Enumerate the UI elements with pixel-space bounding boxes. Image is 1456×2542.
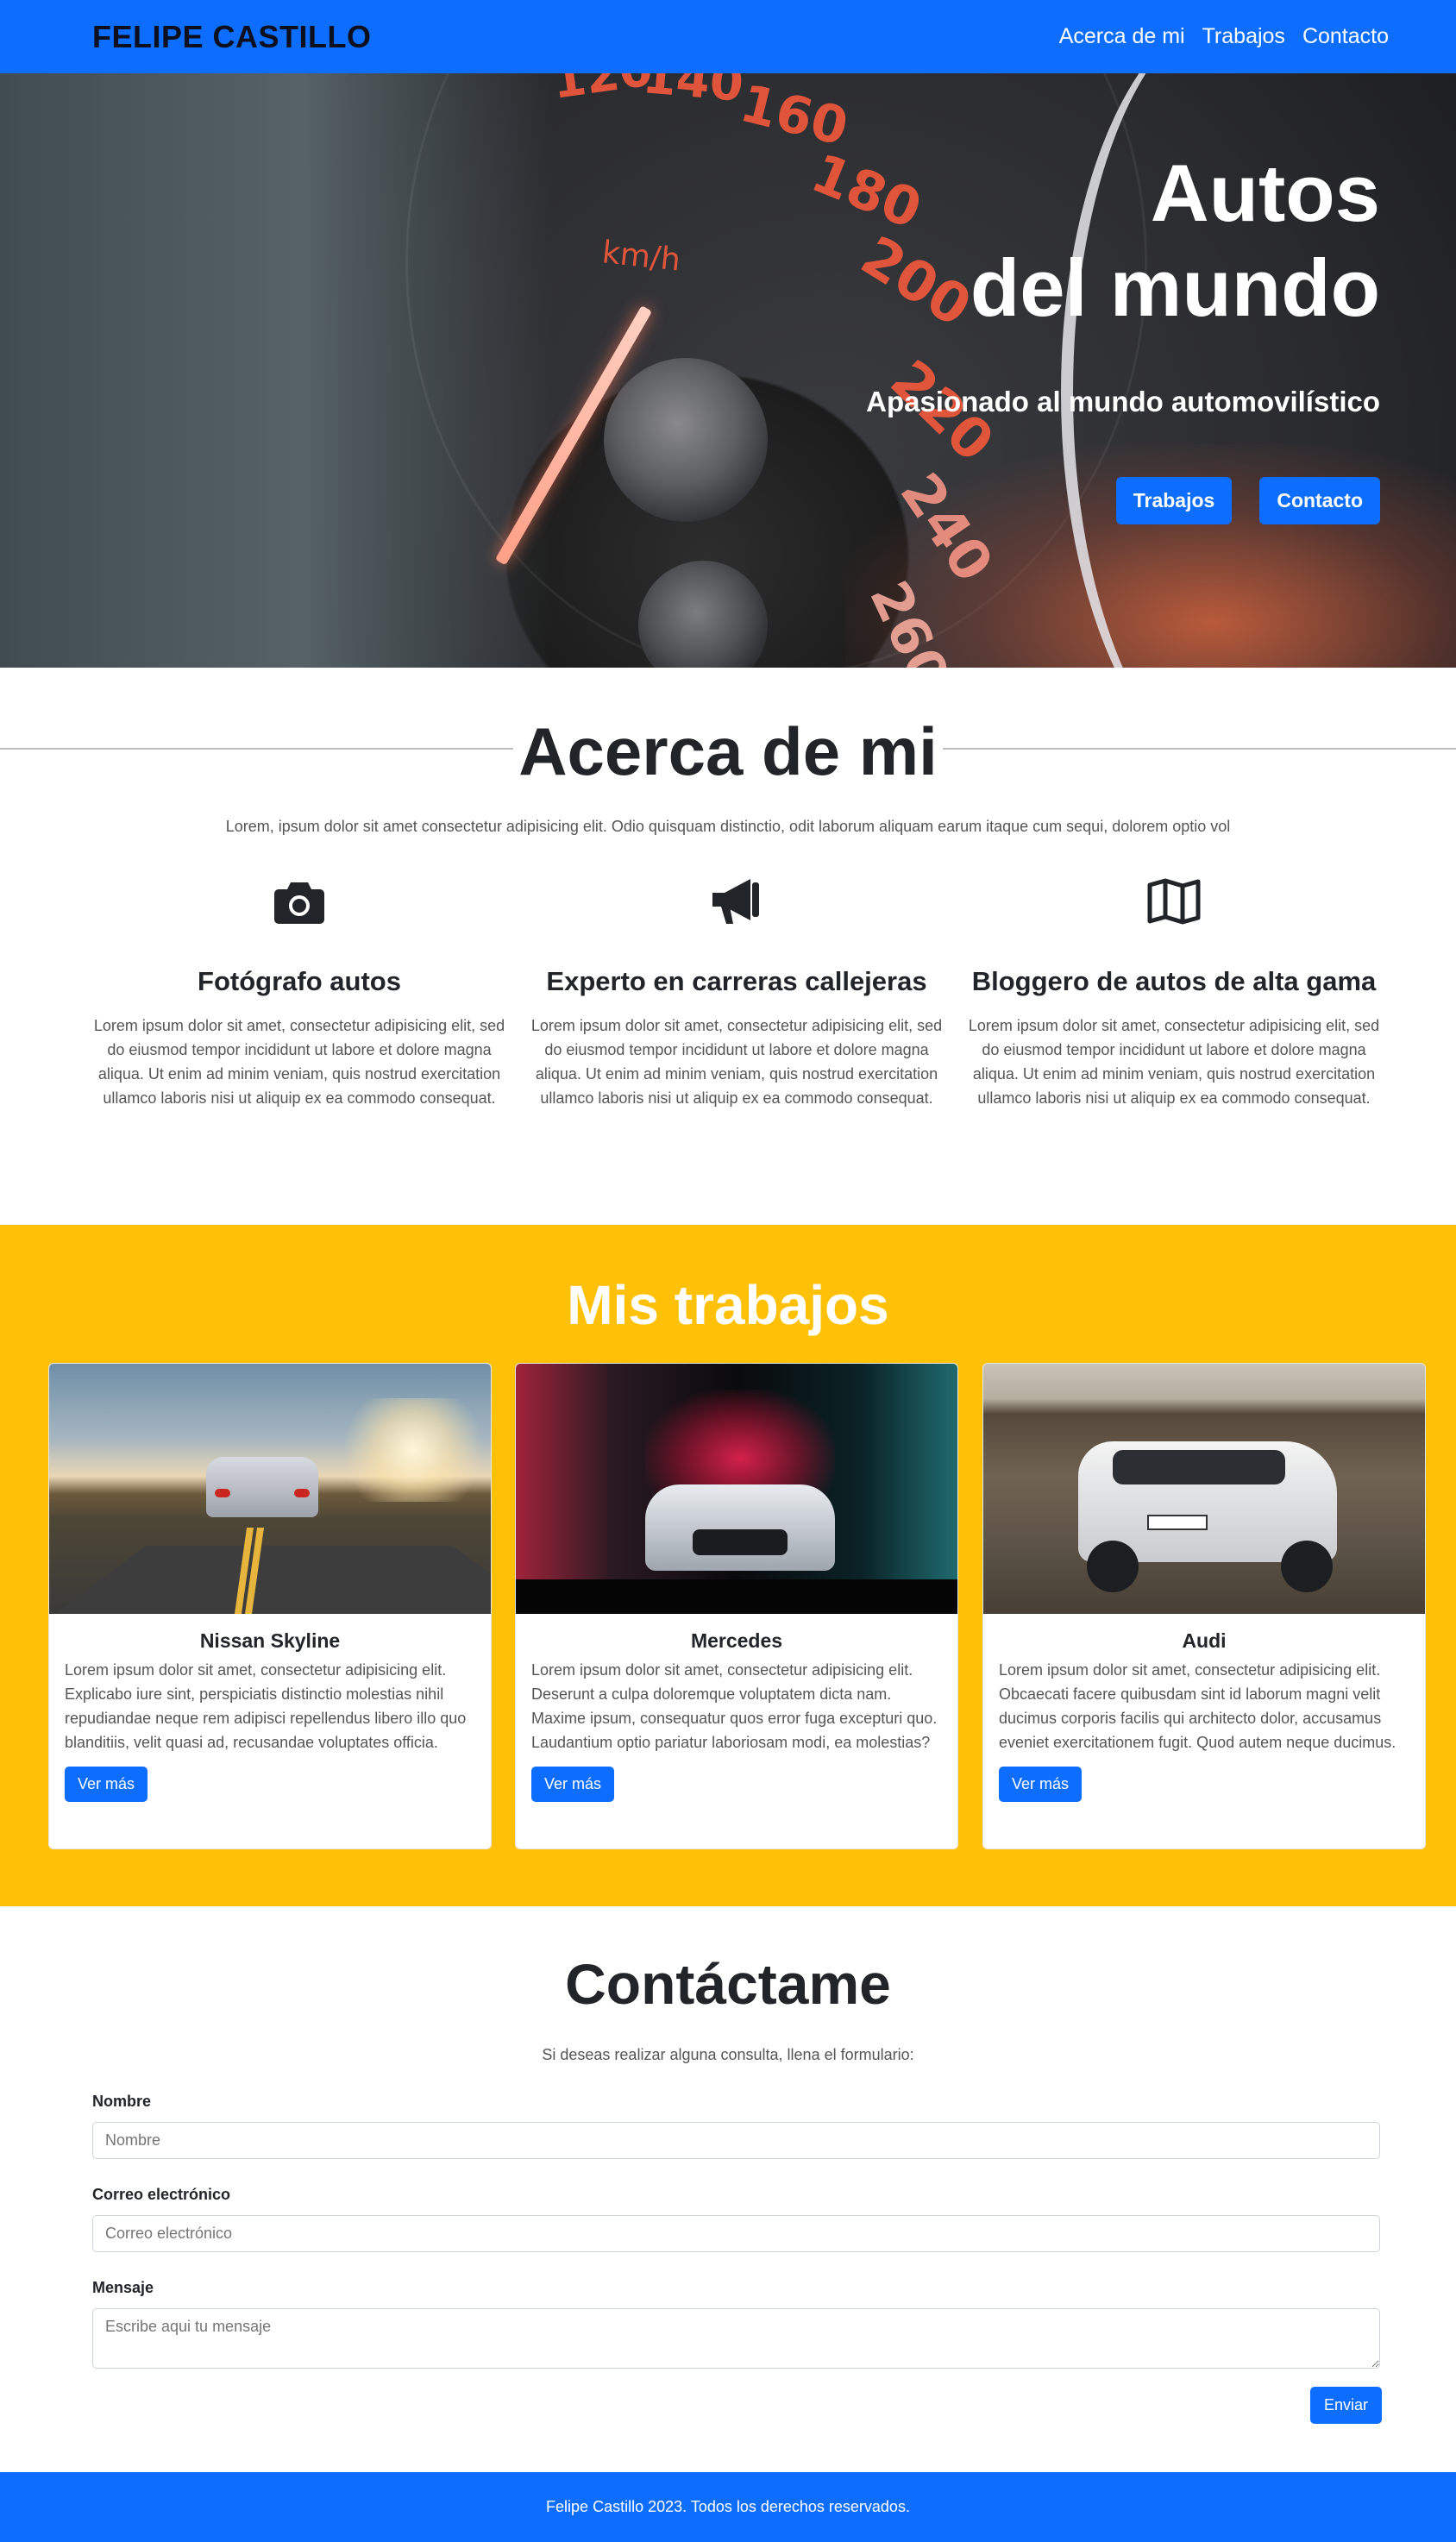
card-text: Lorem ipsum dolor sit amet, consectetur …: [531, 1661, 938, 1751]
footer-text: Felipe Castillo 2023. Todos los derechos…: [546, 2498, 910, 2515]
card-title: Mercedes: [690, 1629, 783, 1652]
card-body: Audi Lorem ipsum dolor sit amet, consect…: [983, 1614, 1425, 1817]
work-card-nissan: Nissan Skyline Lorem ipsum dolor sit ame…: [48, 1363, 492, 1849]
contact-lead: Si deseas realizar alguna consulta, llen…: [542, 2046, 914, 2063]
message-textarea[interactable]: [92, 2308, 1380, 2369]
brand-logo[interactable]: FELIPE CASTILLO: [92, 19, 372, 55]
contact-title: Contáctame: [565, 1952, 891, 2016]
see-more-button[interactable]: Ver más: [531, 1767, 615, 1802]
feature-text: Lorem ipsum dolor sit amet, consectetur …: [530, 1017, 943, 1107]
card-text: Lorem ipsum dolor sit amet, consectetur …: [999, 1661, 1396, 1751]
nav-link-contact[interactable]: Contacto: [1302, 24, 1389, 49]
card-text: Lorem ipsum dolor sit amet, consectetur …: [65, 1661, 467, 1751]
map-icon: [967, 871, 1381, 932]
camera-icon: [92, 871, 506, 932]
feature-title: Fotógrafo autos: [198, 966, 401, 996]
hero-title: Autos del mundo: [970, 146, 1380, 336]
works-section: Mis trabajos Nissan Skyline Lorem ipsum …: [0, 1225, 1456, 1906]
gauge-knob: [604, 358, 768, 522]
hero-subtitle: Apasionado al mundo automovilístico: [866, 386, 1380, 417]
feature-racer: Experto en carreras callejeras Lorem ips…: [530, 871, 944, 1110]
feature-text: Lorem ipsum dolor sit amet, consectetur …: [968, 1017, 1380, 1107]
work-card-audi: Audi Lorem ipsum dolor sit amet, consect…: [982, 1363, 1426, 1849]
hero-title-line1: Autos: [1150, 147, 1380, 238]
footer: Felipe Castillo 2023. Todos los derechos…: [0, 2472, 1456, 2542]
hero-title-line2: del mundo: [970, 242, 1380, 333]
nav-link-about[interactable]: Acerca de mi: [1059, 24, 1185, 49]
card-title: Nissan Skyline: [199, 1629, 341, 1652]
card-body: Nissan Skyline Lorem ipsum dolor sit ame…: [49, 1614, 491, 1817]
audi-photo: [983, 1364, 1425, 1614]
hero-works-button[interactable]: Trabajos: [1115, 477, 1233, 524]
works-title: Mis trabajos: [567, 1274, 889, 1336]
nav-links: Acerca de mi Trabajos Contacto: [1059, 24, 1389, 49]
feature-photographer: Fotógrafo autos Lorem ipsum dolor sit am…: [92, 871, 506, 1110]
work-card-mercedes: Mercedes Lorem ipsum dolor sit amet, con…: [515, 1363, 958, 1849]
feature-title: Bloggero de autos de alta gama: [971, 966, 1377, 996]
hero-buttons: Trabajos Contacto: [1115, 477, 1380, 524]
feature-title: Experto en carreras callejeras: [546, 966, 927, 996]
email-label: Correo electrónico: [92, 2186, 231, 2203]
nav-link-works[interactable]: Trabajos: [1202, 24, 1285, 49]
card-title: Audi: [1182, 1629, 1227, 1652]
submit-button[interactable]: Enviar: [1310, 2387, 1383, 2424]
megaphone-icon: [530, 871, 944, 932]
nissan-skyline-photo: [49, 1364, 491, 1614]
hero-section: 120 140 160 180 200 220 240 260 km/h Aut…: [0, 73, 1456, 668]
feature-blogger: Bloggero de autos de alta gama Lorem ips…: [967, 871, 1381, 1110]
navbar: FELIPE CASTILLO Acerca de mi Trabajos Co…: [0, 0, 1456, 73]
name-label: Nombre: [92, 2093, 152, 2110]
about-title: Acerca de mi: [0, 712, 1456, 791]
see-more-button[interactable]: Ver más: [999, 1767, 1083, 1802]
about-title-text: Acerca de mi: [513, 713, 943, 789]
card-body: Mercedes Lorem ipsum dolor sit amet, con…: [516, 1614, 957, 1817]
feature-text: Lorem ipsum dolor sit amet, consectetur …: [93, 1017, 505, 1107]
email-input[interactable]: [92, 2215, 1380, 2252]
mercedes-photo: [516, 1364, 957, 1614]
hero-contact-button[interactable]: Contacto: [1259, 477, 1380, 524]
message-label: Mensaje: [92, 2279, 154, 2296]
see-more-button[interactable]: Ver más: [65, 1767, 148, 1802]
about-lead: Lorem, ipsum dolor sit amet consectetur …: [225, 818, 1231, 835]
name-input[interactable]: [92, 2122, 1380, 2159]
